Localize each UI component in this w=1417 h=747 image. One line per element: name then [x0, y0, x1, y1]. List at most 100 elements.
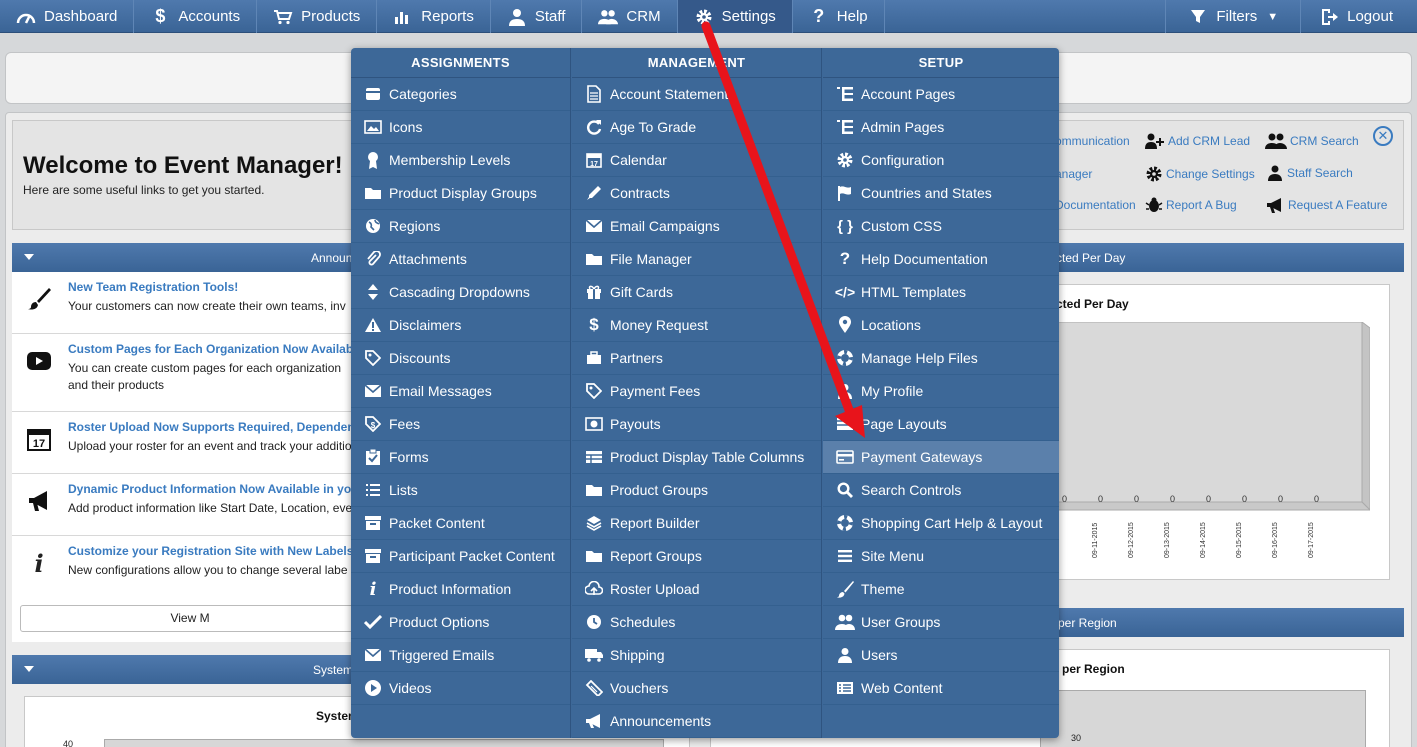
menu-item-product-groups[interactable]: Product Groups: [572, 474, 821, 507]
menu-item-disclaimers[interactable]: Disclaimers: [351, 309, 570, 342]
collected-chart-title: cted Per Day: [1056, 297, 1129, 311]
menu-item-shopping-cart-help-layout[interactable]: Shopping Cart Help & Layout: [823, 507, 1059, 540]
quick-link-staff-search[interactable]: Staff Search: [1266, 165, 1353, 181]
nav-dashboard[interactable]: Dashboard: [0, 0, 135, 33]
menu-item-partners[interactable]: Partners: [572, 342, 821, 375]
menu-item-admin-pages[interactable]: Admin Pages: [823, 111, 1059, 144]
menu-item-email-messages[interactable]: Email Messages: [351, 375, 570, 408]
menu-item-regions[interactable]: Regions: [351, 210, 570, 243]
nav-crm[interactable]: CRM: [582, 0, 678, 33]
menu-item-page-layouts[interactable]: Page Layouts: [823, 408, 1059, 441]
quick-link-communication[interactable]: ommunication: [1055, 134, 1130, 148]
announcement-title[interactable]: Dynamic Product Information Now Availabl…: [68, 482, 358, 496]
nav-products[interactable]: Products: [257, 0, 378, 33]
menu-item-lists[interactable]: Lists: [351, 474, 570, 507]
menu-item-user-groups[interactable]: User Groups: [823, 606, 1059, 639]
menu-item-report-builder[interactable]: Report Builder: [572, 507, 821, 540]
svg-text:17: 17: [33, 438, 45, 450]
menu-item-payouts[interactable]: Payouts: [572, 408, 821, 441]
menu-item-videos[interactable]: Videos: [351, 672, 570, 705]
menu-item-fees[interactable]: $ Fees: [351, 408, 570, 441]
menu-item-my-profile[interactable]: My Profile: [823, 375, 1059, 408]
menu-item-attachments[interactable]: Attachments: [351, 243, 570, 276]
quick-link-change-settings[interactable]: Change Settings: [1145, 165, 1255, 183]
quick-link-add-crm-lead[interactable]: Add CRM Lead: [1145, 133, 1250, 149]
menu-item-vouchers[interactable]: Vouchers: [572, 672, 821, 705]
menu-item-html-templates[interactable]: </> HTML Templates: [823, 276, 1059, 309]
table-icon: [584, 448, 604, 466]
menu-item-users[interactable]: Users: [823, 639, 1059, 672]
menu-item-icons[interactable]: Icons: [351, 111, 570, 144]
menu-item-file-manager[interactable]: File Manager: [572, 243, 821, 276]
menu-item-custom-css[interactable]: { } Custom CSS: [823, 210, 1059, 243]
menu-item-participant-packet-content[interactable]: Participant Packet Content: [351, 540, 570, 573]
nav-settings[interactable]: Settings: [677, 0, 793, 33]
menu-item-roster-upload[interactable]: Roster Upload: [572, 573, 821, 606]
menu-item-payment-fees[interactable]: Payment Fees: [572, 375, 821, 408]
menu-item-calendar[interactable]: 17 Calendar: [572, 144, 821, 177]
menu-item-search-controls[interactable]: Search Controls: [823, 474, 1059, 507]
quick-link-report-bug[interactable]: Report A Bug: [1145, 196, 1237, 214]
menu-item-packet-content[interactable]: Packet Content: [351, 507, 570, 540]
close-welcome-icon[interactable]: ✕: [1373, 126, 1393, 146]
nav-logout[interactable]: Logout: [1300, 0, 1417, 33]
nav-help[interactable]: ? Help: [793, 0, 885, 33]
layers-icon: [584, 514, 604, 532]
menu-item-manage-help-files[interactable]: Manage Help Files: [823, 342, 1059, 375]
announcement-title[interactable]: Roster Upload Now Supports Required, Dep…: [68, 420, 359, 434]
menu-item-site-menu[interactable]: Site Menu: [823, 540, 1059, 573]
menu-item-product-options[interactable]: Product Options: [351, 606, 570, 639]
menu-item-money-request[interactable]: $ Money Request: [572, 309, 821, 342]
announcement-title[interactable]: Custom Pages for Each Organization Now A…: [68, 342, 357, 356]
menu-item-schedules[interactable]: Schedules: [572, 606, 821, 639]
menu-item-theme[interactable]: Theme: [823, 573, 1059, 606]
image-icon: [363, 118, 383, 136]
quick-link-manager[interactable]: anager: [1055, 167, 1092, 181]
question-icon: ?: [813, 6, 825, 26]
menu-item-help-documentation[interactable]: ? Help Documentation: [823, 243, 1059, 276]
announcements-panel-title: Announ: [311, 251, 353, 265]
quick-link-request-feature[interactable]: Request A Feature: [1265, 196, 1387, 214]
nav-filters[interactable]: Filters ▼: [1165, 0, 1300, 33]
menu-item-account-statement[interactable]: Account Statement: [572, 78, 821, 111]
y-tick-label: 40: [63, 739, 74, 747]
menu-item-announcements[interactable]: Announcements: [572, 705, 821, 738]
menu-item-report-groups[interactable]: Report Groups: [572, 540, 821, 573]
menu-item-discounts[interactable]: Discounts: [351, 342, 570, 375]
menu-item-configuration[interactable]: Configuration: [823, 144, 1059, 177]
top-navigation-bar: Dashboard $ Accounts Products Reports St…: [0, 0, 1417, 33]
menu-item-cascading-dropdowns[interactable]: Cascading Dropdowns: [351, 276, 570, 309]
menu-item-label: Partners: [610, 350, 663, 366]
list-item: Dynamic Product Information Now Availabl…: [12, 474, 358, 536]
quick-link-crm-search[interactable]: CRM Search: [1265, 133, 1359, 149]
collapse-triangle-icon[interactable]: [24, 254, 34, 260]
nav-label: CRM: [626, 8, 661, 25]
menu-item-product-information[interactable]: i Product Information: [351, 573, 570, 606]
quick-link-documentation[interactable]: Documentation: [1055, 198, 1136, 212]
menu-item-product-display-groups[interactable]: Product Display Groups: [351, 177, 570, 210]
menu-item-age-to-grade[interactable]: Age To Grade: [572, 111, 821, 144]
menu-item-product-display-table-columns[interactable]: Product Display Table Columns: [572, 441, 821, 474]
view-more-button[interactable]: View M: [20, 605, 360, 632]
nav-reports[interactable]: Reports: [377, 0, 491, 33]
menu-item-contracts[interactable]: Contracts: [572, 177, 821, 210]
menu-item-account-pages[interactable]: Account Pages: [823, 78, 1059, 111]
menu-item-countries-and-states[interactable]: Countries and States: [823, 177, 1059, 210]
list-indent-icon: [835, 85, 855, 103]
menu-item-categories[interactable]: Categories: [351, 78, 570, 111]
menu-item-shipping[interactable]: Shipping: [572, 639, 821, 672]
collapse-triangle-icon[interactable]: [24, 666, 34, 672]
announcement-title[interactable]: New Team Registration Tools!: [68, 280, 238, 294]
menu-item-email-campaigns[interactable]: Email Campaigns: [572, 210, 821, 243]
nav-staff[interactable]: Staff: [491, 0, 583, 33]
menu-item-gift-cards[interactable]: Gift Cards: [572, 276, 821, 309]
menu-item-membership-levels[interactable]: Membership Levels: [351, 144, 570, 177]
menu-item-web-content[interactable]: Web Content: [823, 672, 1059, 705]
menu-item-forms[interactable]: Forms: [351, 441, 570, 474]
menu-item-payment-gateways[interactable]: Payment Gateways: [823, 441, 1059, 474]
menu-item-locations[interactable]: Locations: [823, 309, 1059, 342]
announcement-title[interactable]: Customize your Registration Site with Ne…: [68, 544, 353, 558]
nav-accounts[interactable]: $ Accounts: [134, 0, 258, 33]
menu-item-label: Discounts: [389, 350, 451, 366]
menu-item-triggered-emails[interactable]: Triggered Emails: [351, 639, 570, 672]
